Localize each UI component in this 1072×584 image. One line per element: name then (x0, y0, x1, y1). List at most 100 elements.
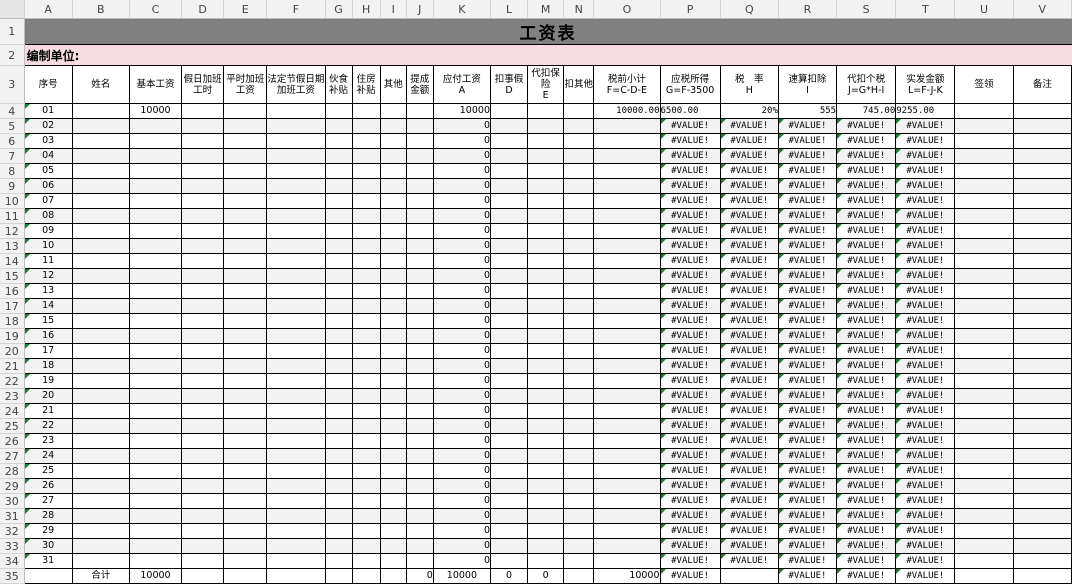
cell-s15[interactable]: #VALUE! (836, 268, 897, 284)
cell-s16[interactable]: #VALUE! (836, 283, 897, 299)
cell-a16[interactable]: 13 (24, 283, 73, 299)
cell-o18[interactable] (593, 313, 661, 329)
column-header-q[interactable]: Q (720, 0, 779, 19)
cell-g8[interactable] (325, 163, 353, 179)
cell-q19[interactable]: #VALUE! (720, 328, 779, 344)
cell-r33[interactable]: #VALUE! (778, 538, 838, 554)
cell-t27[interactable]: #VALUE! (895, 448, 956, 464)
row-number[interactable]: 11 (0, 208, 25, 224)
cell-n21[interactable] (563, 358, 595, 374)
cell-b29[interactable] (72, 478, 130, 494)
cell-m35[interactable]: 0 (527, 568, 565, 584)
cell-d12[interactable] (181, 223, 225, 239)
cell-p24[interactable]: #VALUE! (660, 403, 721, 419)
cell-e4[interactable] (223, 103, 268, 119)
cell-i28[interactable] (380, 463, 407, 479)
field-header-u[interactable]: 签领 (954, 65, 1014, 104)
cell-v11[interactable] (1013, 208, 1072, 224)
cell-h16[interactable] (352, 283, 381, 299)
column-header-i[interactable]: I (380, 0, 407, 19)
cell-v26[interactable] (1013, 433, 1072, 449)
cell-m15[interactable] (527, 268, 565, 284)
cell-p26[interactable]: #VALUE! (660, 433, 721, 449)
cell-l16[interactable] (490, 283, 529, 299)
cell-g27[interactable] (325, 448, 353, 464)
cell-p6[interactable]: #VALUE! (660, 133, 721, 149)
cell-i24[interactable] (380, 403, 407, 419)
cell-c10[interactable] (129, 193, 183, 209)
row-number[interactable]: 31 (0, 508, 25, 524)
cell-u11[interactable] (954, 208, 1014, 224)
cell-c25[interactable] (129, 418, 183, 434)
cell-s18[interactable]: #VALUE! (836, 313, 897, 329)
cell-m16[interactable] (527, 283, 565, 299)
cell-q30[interactable]: #VALUE! (720, 493, 779, 509)
field-header-c[interactable]: 基本工资 (129, 65, 183, 104)
cell-b17[interactable] (72, 298, 130, 314)
cell-k26[interactable]: 0 (433, 433, 492, 449)
cell-v31[interactable] (1013, 508, 1072, 524)
cell-s25[interactable]: #VALUE! (836, 418, 897, 434)
cell-k29[interactable]: 0 (433, 478, 492, 494)
cell-r13[interactable]: #VALUE! (778, 238, 838, 254)
cell-k10[interactable]: 0 (433, 193, 492, 209)
cell-e21[interactable] (223, 358, 268, 374)
cell-p9[interactable]: #VALUE! (660, 178, 721, 194)
cell-i5[interactable] (380, 118, 407, 134)
cell-j34[interactable] (406, 553, 434, 569)
cell-o9[interactable] (593, 178, 661, 194)
cell-m21[interactable] (527, 358, 565, 374)
row-number[interactable]: 23 (0, 388, 25, 404)
cell-c4[interactable]: 10000 (129, 103, 183, 119)
cell-i21[interactable] (380, 358, 407, 374)
cell-m32[interactable] (527, 523, 565, 539)
cell-d8[interactable] (181, 163, 225, 179)
cell-t14[interactable]: #VALUE! (895, 253, 956, 269)
cell-f35[interactable] (266, 568, 326, 584)
cell-m19[interactable] (527, 328, 565, 344)
cell-k31[interactable]: 0 (433, 508, 492, 524)
cell-a32[interactable]: 29 (24, 523, 73, 539)
cell-p17[interactable]: #VALUE! (660, 298, 721, 314)
cell-f8[interactable] (266, 163, 326, 179)
cell-m24[interactable] (527, 403, 565, 419)
cell-s24[interactable]: #VALUE! (836, 403, 897, 419)
cell-h34[interactable] (352, 553, 381, 569)
cell-s29[interactable]: #VALUE! (836, 478, 897, 494)
cell-n5[interactable] (563, 118, 595, 134)
cell-v24[interactable] (1013, 403, 1072, 419)
cell-a30[interactable]: 27 (24, 493, 73, 509)
cell-f34[interactable] (266, 553, 326, 569)
cell-l24[interactable] (490, 403, 529, 419)
cell-e10[interactable] (223, 193, 268, 209)
cell-d25[interactable] (181, 418, 225, 434)
cell-n15[interactable] (563, 268, 595, 284)
cell-l30[interactable] (490, 493, 529, 509)
field-header-j[interactable]: 提成金额 (406, 65, 434, 104)
cell-g5[interactable] (325, 118, 353, 134)
cell-p28[interactable]: #VALUE! (660, 463, 721, 479)
cell-c20[interactable] (129, 343, 183, 359)
cell-t31[interactable]: #VALUE! (895, 508, 956, 524)
cell-c7[interactable] (129, 148, 183, 164)
cell-i6[interactable] (380, 133, 407, 149)
cell-t7[interactable]: #VALUE! (895, 148, 956, 164)
column-header-k[interactable]: K (433, 0, 492, 19)
cell-g4[interactable] (325, 103, 353, 119)
cell-a20[interactable]: 17 (24, 343, 73, 359)
cell-d13[interactable] (181, 238, 225, 254)
cell-f25[interactable] (266, 418, 326, 434)
cell-d35[interactable] (181, 568, 225, 584)
cell-d15[interactable] (181, 268, 225, 284)
cell-h29[interactable] (352, 478, 381, 494)
cell-g26[interactable] (325, 433, 353, 449)
cell-q27[interactable]: #VALUE! (720, 448, 779, 464)
cell-j32[interactable] (406, 523, 434, 539)
cell-s32[interactable]: #VALUE! (836, 523, 897, 539)
cell-h32[interactable] (352, 523, 381, 539)
cell-j4[interactable] (406, 103, 434, 119)
cell-t15[interactable]: #VALUE! (895, 268, 956, 284)
cell-g24[interactable] (325, 403, 353, 419)
cell-a6[interactable]: 03 (24, 133, 73, 149)
cell-n16[interactable] (563, 283, 595, 299)
